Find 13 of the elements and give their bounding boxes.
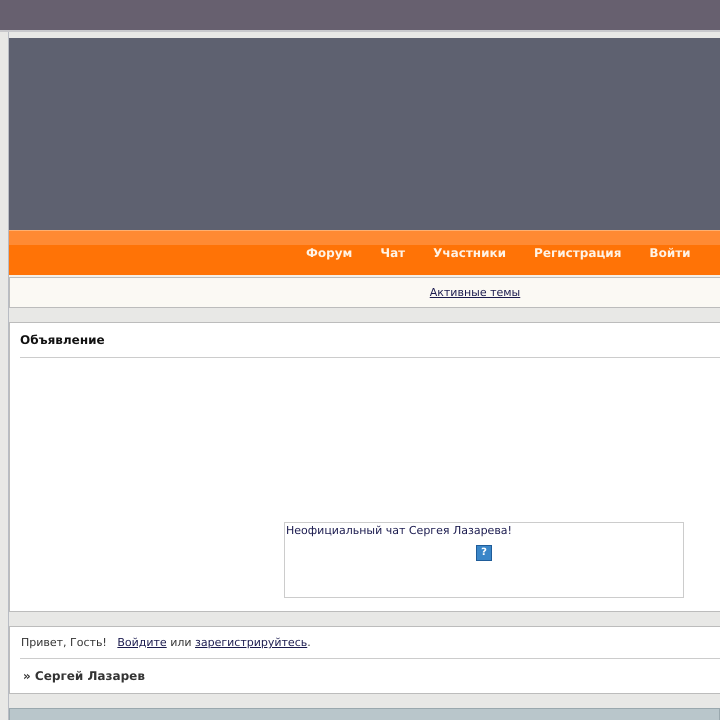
- help-icon[interactable]: ?: [476, 545, 492, 561]
- login-link[interactable]: Войдите: [117, 636, 167, 649]
- breadcrumb: » Сергей Лазарев: [22, 668, 146, 685]
- nav-link[interactable]: Войти: [635, 246, 705, 260]
- welcome-text: Привет, Гость! Войдите или зарегистрируйтесь.: [20, 627, 720, 659]
- nav-link[interactable]: Чат: [366, 246, 420, 260]
- nav-link[interactable]: Регистрация: [520, 246, 636, 260]
- announcement-title: Объявление: [20, 323, 720, 358]
- register-link[interactable]: зарегистрируйтесь: [195, 636, 308, 649]
- chat-text: Неофициальный чат Сергея Лазарева!: [285, 523, 513, 537]
- nav-link[interactable]: Участники: [419, 246, 520, 260]
- nav-link[interactable]: Форум: [292, 246, 366, 260]
- active-topics-link[interactable]: Активные темы: [430, 286, 520, 299]
